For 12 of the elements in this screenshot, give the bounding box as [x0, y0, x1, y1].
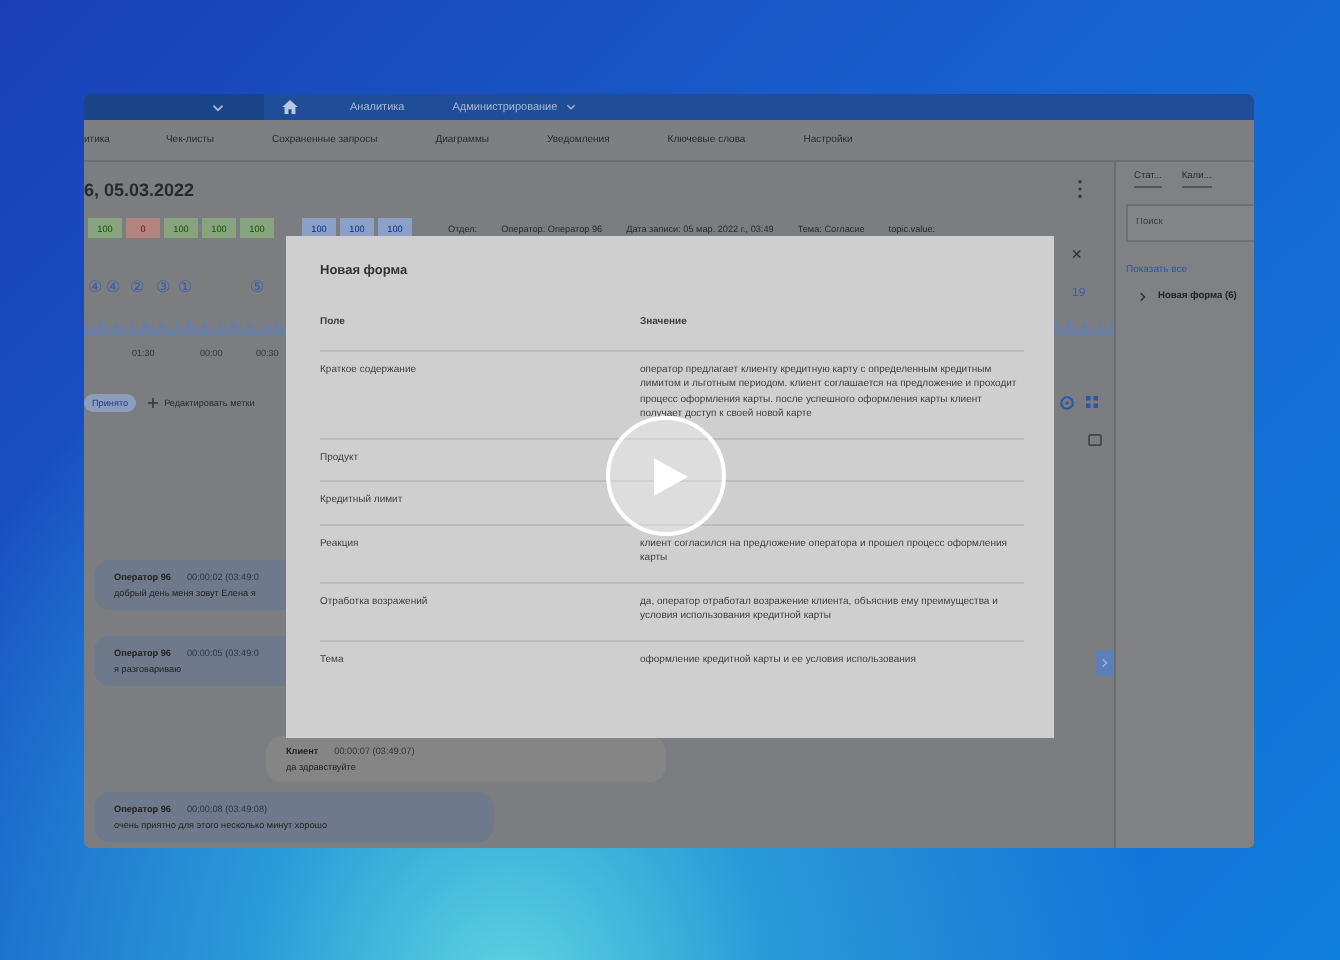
nav-selector[interactable]: [84, 94, 264, 120]
caret-icon: [212, 103, 224, 111]
home-icon[interactable]: [282, 100, 298, 114]
comment-icon[interactable]: [1088, 434, 1102, 446]
collapse-handle[interactable]: [1096, 650, 1114, 676]
chevron-right-icon: [1102, 658, 1108, 668]
expand-icon[interactable]: [1086, 396, 1098, 408]
plus-icon: [148, 397, 159, 407]
play-icon: [654, 457, 688, 495]
help-icon[interactable]: [1060, 395, 1074, 409]
record-title: 6, 05.03.2022: [84, 179, 195, 199]
close-button[interactable]: ×: [1071, 244, 1082, 264]
